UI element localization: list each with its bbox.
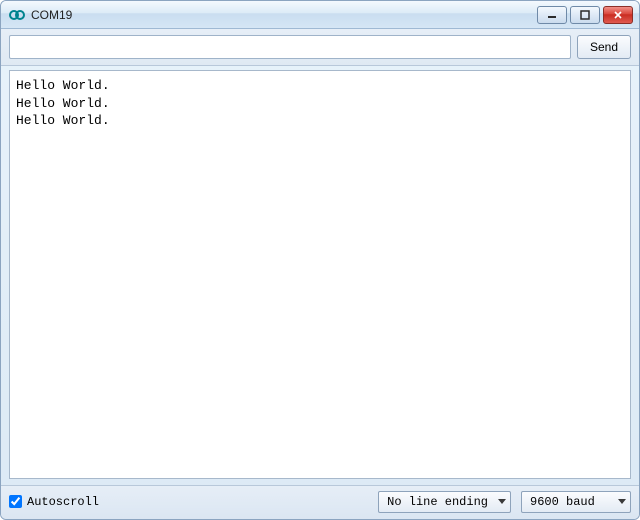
line-ending-value: No line ending — [387, 495, 488, 509]
arduino-icon — [9, 7, 25, 23]
send-toolbar: Send — [1, 29, 639, 66]
baud-rate-select[interactable]: 9600 baud — [521, 491, 631, 513]
maximize-icon — [580, 10, 590, 20]
console-output[interactable]: Hello World. Hello World. Hello World. — [9, 70, 631, 479]
autoscroll-checkbox[interactable]: Autoscroll — [9, 495, 99, 509]
console-line: Hello World. — [16, 95, 624, 113]
minimize-button[interactable] — [537, 6, 567, 24]
chevron-down-icon — [618, 499, 626, 504]
line-ending-select[interactable]: No line ending — [378, 491, 511, 513]
serial-monitor-window: COM19 Send Hello W — [0, 0, 640, 520]
autoscroll-label: Autoscroll — [27, 495, 99, 509]
baud-rate-value: 9600 baud — [530, 495, 595, 509]
close-button[interactable] — [603, 6, 633, 24]
minimize-icon — [547, 10, 557, 20]
chevron-down-icon — [498, 499, 506, 504]
window-title: COM19 — [31, 8, 72, 22]
console-line: Hello World. — [16, 112, 624, 130]
titlebar[interactable]: COM19 — [1, 1, 639, 29]
bottom-toolbar: Autoscroll No line ending 9600 baud — [1, 485, 639, 519]
maximize-button[interactable] — [570, 6, 600, 24]
send-button[interactable]: Send — [577, 35, 631, 59]
autoscroll-input[interactable] — [9, 495, 22, 508]
window-controls — [537, 6, 637, 24]
close-icon — [613, 10, 623, 20]
console-line: Hello World. — [16, 77, 624, 95]
send-input[interactable] — [9, 35, 571, 59]
